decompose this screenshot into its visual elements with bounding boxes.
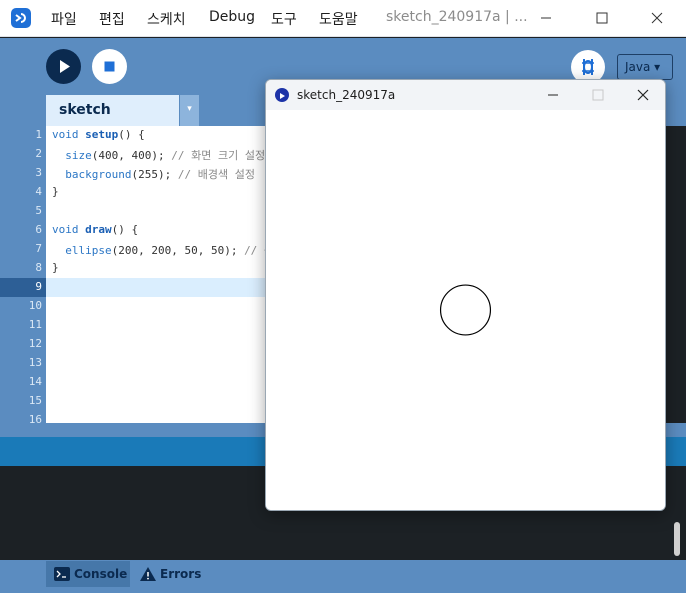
run-button[interactable] [46, 49, 81, 84]
line-number: 7 [35, 242, 42, 255]
tab-errors[interactable]: Errors [140, 561, 220, 587]
line-number: 3 [35, 166, 42, 179]
stop-icon [104, 61, 115, 72]
app-icon [11, 8, 31, 28]
menu-tools[interactable]: 도구 [271, 9, 297, 29]
title-bar: 파일 편집 스케치 Debug 도구 도움말 sketch_240917a | … [0, 0, 686, 37]
menu-debug[interactable]: Debug [209, 9, 255, 25]
tab-console-label: Console [74, 567, 128, 581]
code-line-1: void setup() { [52, 128, 145, 141]
minimize-button[interactable] [534, 7, 558, 29]
close-button[interactable] [645, 7, 669, 29]
code-line-7: ellipse(200, 200, 50, 50); // 원 그 [65, 244, 266, 257]
line-number: 5 [35, 204, 42, 217]
code-line-6: void draw() { [52, 223, 139, 236]
menu-help[interactable]: 도움말 [319, 9, 358, 29]
maximize-icon [592, 89, 604, 101]
sketch-drawing [439, 284, 492, 336]
line-number-gutter: 1 2 3 4 5 6 7 8 9 10 11 12 13 14 15 16 [0, 126, 46, 423]
mode-selector[interactable]: Java ▾ [617, 54, 673, 80]
maximize-icon [596, 12, 608, 24]
line-number: 15 [28, 394, 42, 407]
minimize-icon [541, 17, 551, 19]
sketch-window-titlebar[interactable]: sketch_240917a [266, 80, 665, 110]
line-number: 12 [28, 337, 42, 350]
line-number: 11 [28, 318, 42, 331]
tab-menu-button[interactable]: ▾ [180, 95, 199, 126]
console-scrollbar[interactable] [674, 522, 680, 556]
line-number: 9 [35, 280, 42, 293]
bottom-tab-bar: Console Errors [0, 560, 686, 593]
processing-icon [275, 88, 289, 102]
line-number: 1 [35, 128, 42, 141]
sketch-window-title: sketch_240917a [297, 88, 396, 102]
code-line-2: size(400, 400); // 화면 크기 설정 [65, 149, 266, 162]
menu-sketch[interactable]: 스케치 [147, 9, 186, 29]
close-icon [651, 12, 663, 24]
close-icon [637, 89, 649, 101]
code-line-3: background(255); // 배경색 설정 [65, 168, 255, 181]
code-editor[interactable]: void setup() { size(400, 400); // 화면 크기 … [46, 126, 266, 423]
line-number: 10 [28, 299, 42, 312]
sketch-close-button[interactable] [631, 84, 655, 106]
tab-errors-label: Errors [160, 567, 202, 581]
sketch-canvas[interactable] [266, 110, 665, 510]
sketch-window[interactable]: sketch_240917a [265, 79, 666, 511]
window-title: sketch_240917a | ... [386, 9, 528, 25]
tab-console[interactable]: Console [46, 561, 130, 587]
play-icon [60, 60, 70, 73]
line-number: 8 [35, 261, 42, 274]
line-number: 13 [28, 356, 42, 369]
minimize-icon [548, 94, 558, 96]
tab-sketch[interactable]: sketch 240917a [46, 95, 179, 148]
drawn-ellipse [439, 284, 492, 336]
code-line-4: } [52, 185, 59, 198]
line-number: 2 [35, 147, 42, 160]
sketch-maximize-button[interactable] [586, 84, 610, 106]
sketch-minimize-button[interactable] [541, 84, 565, 106]
terminal-icon [54, 567, 70, 581]
menu-edit[interactable]: 편집 [99, 9, 125, 29]
warning-icon [140, 567, 156, 581]
code-line-8: } [52, 261, 59, 274]
menu-file[interactable]: 파일 [51, 9, 77, 29]
line-number: 14 [28, 375, 42, 388]
line-number: 6 [35, 223, 42, 236]
stop-button[interactable] [92, 49, 127, 84]
current-line-highlight [46, 278, 266, 297]
line-number: 4 [35, 185, 42, 198]
line-number: 16 [28, 413, 42, 423]
maximize-button[interactable] [590, 7, 614, 29]
